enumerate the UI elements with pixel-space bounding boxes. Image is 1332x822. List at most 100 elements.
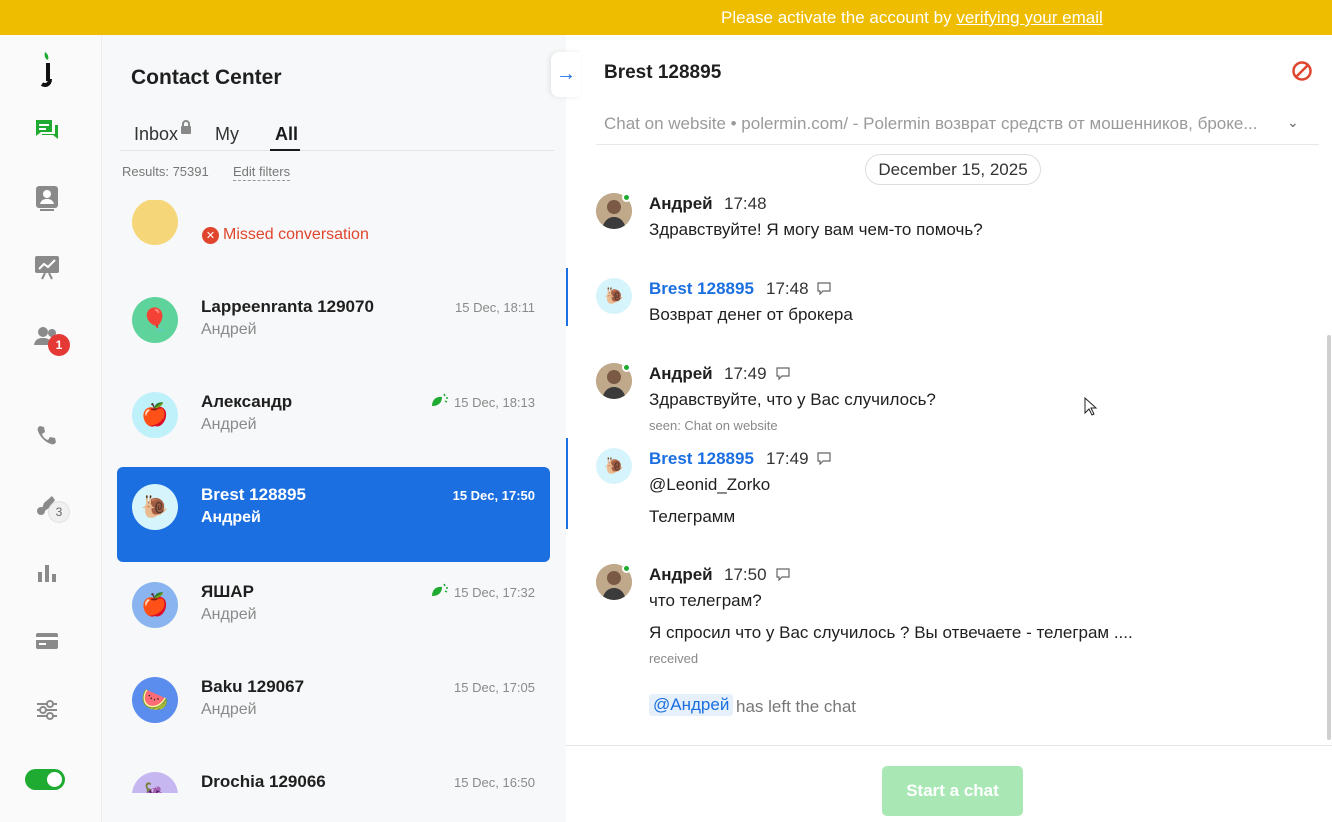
message-text: что телеграм? [649, 591, 762, 610]
banner-text: Please activate the account by [721, 8, 957, 27]
conversation-name: Brest 128895 [201, 485, 306, 504]
online-indicator [622, 564, 631, 573]
chat-title: Brest 128895 [604, 62, 722, 83]
verify-email-link[interactable]: verifying your email [956, 8, 1102, 27]
message-text: Телеграмм [649, 507, 736, 526]
error-icon: ✕ [202, 226, 219, 244]
results-count: Results: 75391 [122, 164, 209, 179]
system-message: has left the chat [736, 697, 857, 716]
chevron-down-icon[interactable]: ⌄ [1287, 114, 1299, 131]
team-badge: 1 [48, 334, 70, 356]
chat-scrollbar[interactable] [1327, 335, 1331, 740]
conversation-time: 15 Dec, 17:32 [454, 585, 535, 600]
chat-channel-info: Chat on website • polermin.com/ - Polerm… [604, 114, 1258, 133]
activation-banner: Please activate the account by verifying… [0, 0, 1332, 35]
message-text: Здравствуйте, что у Вас случилось? [649, 390, 936, 409]
grapes-icon: 🍇 [132, 772, 178, 793]
online-indicator [622, 363, 631, 372]
client-message-marker [566, 268, 568, 326]
conversation-name: ЯШАР [201, 582, 254, 601]
conversation-time: 15 Dec, 18:13 [454, 395, 535, 410]
chats-icon[interactable] [30, 114, 64, 148]
conversation-item-selected[interactable]: 🐌 Brest 128895 Андрей 15 Dec, 17:50 [117, 467, 550, 562]
chat-bubble-icon [817, 452, 831, 465]
conversation-item[interactable]: 🍉 Baku 129067 Андрей 15 Dec, 17:05 [117, 650, 550, 745]
conversation-time: 15 Dec, 18:11 [455, 300, 535, 315]
message-time: 17:48 [724, 194, 767, 213]
message-author: Андрей [649, 364, 713, 383]
logo-icon[interactable] [30, 52, 64, 87]
conversation-agent: Андрей [201, 416, 257, 433]
chat-bubble-icon [776, 568, 790, 581]
conversation-name: Baku 129067 [201, 677, 305, 696]
online-status-toggle[interactable] [25, 769, 65, 790]
message-author: Андрей [649, 194, 713, 213]
tab-inbox[interactable]: Inbox [134, 120, 191, 145]
bots-badge: 3 [48, 501, 70, 523]
message-text: Я спросил что у Вас случилось ? Вы отвеч… [649, 623, 1133, 642]
message-text: Здравствуйте! Я могу вам чем-то помочь? [649, 220, 983, 239]
edit-filters-link[interactable]: Edit filters [233, 164, 291, 181]
conversation-time: 15 Dec, 17:50 [452, 488, 535, 503]
billing-icon[interactable] [30, 624, 64, 658]
contacts-card-icon[interactable] [30, 181, 64, 215]
analytics-board-icon[interactable] [30, 250, 64, 284]
message-status: received [649, 651, 699, 666]
tabs-divider [120, 150, 554, 151]
message-text: Возврат денег от брокера [649, 305, 853, 324]
agent-mention[interactable]: @Андрей [649, 694, 734, 716]
snail-icon: 🐌 [596, 448, 632, 484]
phone-icon[interactable] [30, 418, 64, 452]
unread-leaf-icon [432, 393, 448, 406]
conversation-agent: Андрей [201, 509, 261, 526]
balloon-icon: 🎈 [132, 297, 178, 343]
lock-icon [181, 120, 191, 134]
conversation-item[interactable]: 🍎 ЯШАР Андрей 15 Dec, 17:32 [117, 555, 550, 650]
unread-leaf-icon [432, 583, 448, 596]
conversation-time: 15 Dec, 17:05 [454, 680, 535, 695]
conversation-time: 15 Dec, 16:50 [454, 775, 535, 790]
conversation-item[interactable]: 🍇 Drochia 129066 15 Dec, 16:50 [117, 745, 550, 793]
apple-icon: 🍎 [132, 392, 178, 438]
chat-header-divider [596, 144, 1319, 145]
online-indicator [622, 193, 631, 202]
date-separator: December 15, 2025 [865, 154, 1041, 185]
conversation-item[interactable]: 🍎 Александр Андрей 15 Dec, 18:13 [117, 365, 550, 460]
message-author: Brest 128895 [649, 279, 754, 298]
client-message-marker [566, 438, 568, 529]
conversation-name: Александр [201, 392, 293, 411]
tab-my[interactable]: My [215, 124, 239, 145]
tab-all[interactable]: All [275, 124, 298, 145]
page-title: Contact Center [131, 66, 282, 89]
start-chat-button[interactable]: Start a chat [882, 766, 1023, 816]
conversation-name: Lappeenranta 129070 [201, 297, 374, 316]
conversation-agent: Андрей [201, 701, 257, 718]
chat-bubble-icon [817, 282, 831, 295]
conversation-avatar-partial [132, 200, 178, 245]
apple-icon: 🍎 [132, 582, 178, 628]
message-time: 17:49 [724, 364, 767, 383]
active-tab-indicator [270, 149, 300, 151]
chat-bubble-icon [776, 367, 790, 380]
mouse-cursor-icon [1084, 397, 1098, 416]
conversation-item[interactable]: 🎈 Lappeenranta 129070 Андрей 15 Dec, 18:… [117, 270, 550, 365]
conversation-agent: Андрей [201, 606, 257, 623]
reports-icon[interactable] [30, 556, 64, 590]
message-time: 17:48 [766, 279, 809, 298]
collapse-panel-button[interactable]: → [551, 52, 581, 97]
message-time: 17:49 [766, 449, 809, 468]
watermelon-icon: 🍉 [132, 677, 178, 723]
settings-sliders-icon[interactable] [30, 693, 64, 727]
conversation-name: Drochia 129066 [201, 772, 326, 791]
message-time: 17:50 [724, 565, 767, 584]
footer-divider [566, 745, 1332, 746]
conversation-agent: Андрей [201, 321, 257, 338]
block-icon[interactable] [1291, 60, 1313, 82]
missed-conversation-status: ✕ Missed conversation [202, 226, 369, 244]
snail-icon: 🐌 [132, 484, 178, 530]
snail-icon: 🐌 [596, 278, 632, 314]
message-author: Андрей [649, 565, 713, 584]
message-author: Brest 128895 [649, 449, 754, 468]
message-text: @Leonid_Zorko [649, 475, 771, 494]
message-status: seen: Chat on website [649, 418, 778, 433]
